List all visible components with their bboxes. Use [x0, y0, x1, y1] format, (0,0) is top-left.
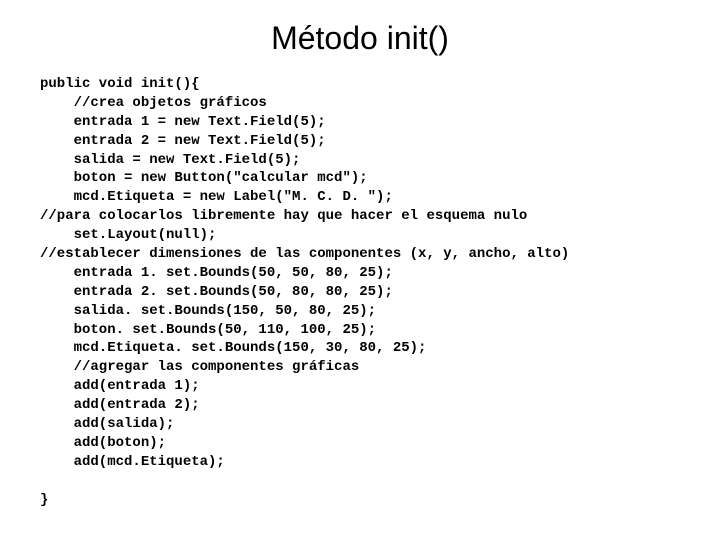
code-line: add(salida); [40, 416, 174, 432]
code-line: salida. set.Bounds(150, 50, 80, 25); [40, 303, 376, 319]
code-line: //para colocarlos libremente hay que hac… [40, 208, 527, 224]
code-line: //establecer dimensiones de las componen… [40, 246, 569, 262]
code-line: boton. set.Bounds(50, 110, 100, 25); [40, 322, 376, 338]
code-line: entrada 2. set.Bounds(50, 80, 80, 25); [40, 284, 393, 300]
code-line: } [40, 492, 48, 508]
code-line: add(mcd.Etiqueta); [40, 454, 225, 470]
code-line: add(entrada 1); [40, 378, 200, 394]
code-line: public void init(){ [40, 76, 200, 92]
code-line: add(boton); [40, 435, 166, 451]
code-line: entrada 1. set.Bounds(50, 50, 80, 25); [40, 265, 393, 281]
code-line: entrada 1 = new Text.Field(5); [40, 114, 326, 130]
code-line: entrada 2 = new Text.Field(5); [40, 133, 326, 149]
code-line: salida = new Text.Field(5); [40, 152, 300, 168]
code-line: add(entrada 2); [40, 397, 200, 413]
code-line: mcd.Etiqueta = new Label("M. C. D. "); [40, 189, 393, 205]
slide-title: Método init() [40, 20, 680, 57]
code-block: public void init(){ //crea objetos gráfi… [40, 75, 680, 509]
code-line: boton = new Button("calcular mcd"); [40, 170, 368, 186]
code-line: set.Layout(null); [40, 227, 216, 243]
code-line: //agregar las componentes gráficas [40, 359, 359, 375]
code-line: mcd.Etiqueta. set.Bounds(150, 30, 80, 25… [40, 340, 426, 356]
code-line: //crea objetos gráficos [40, 95, 267, 111]
